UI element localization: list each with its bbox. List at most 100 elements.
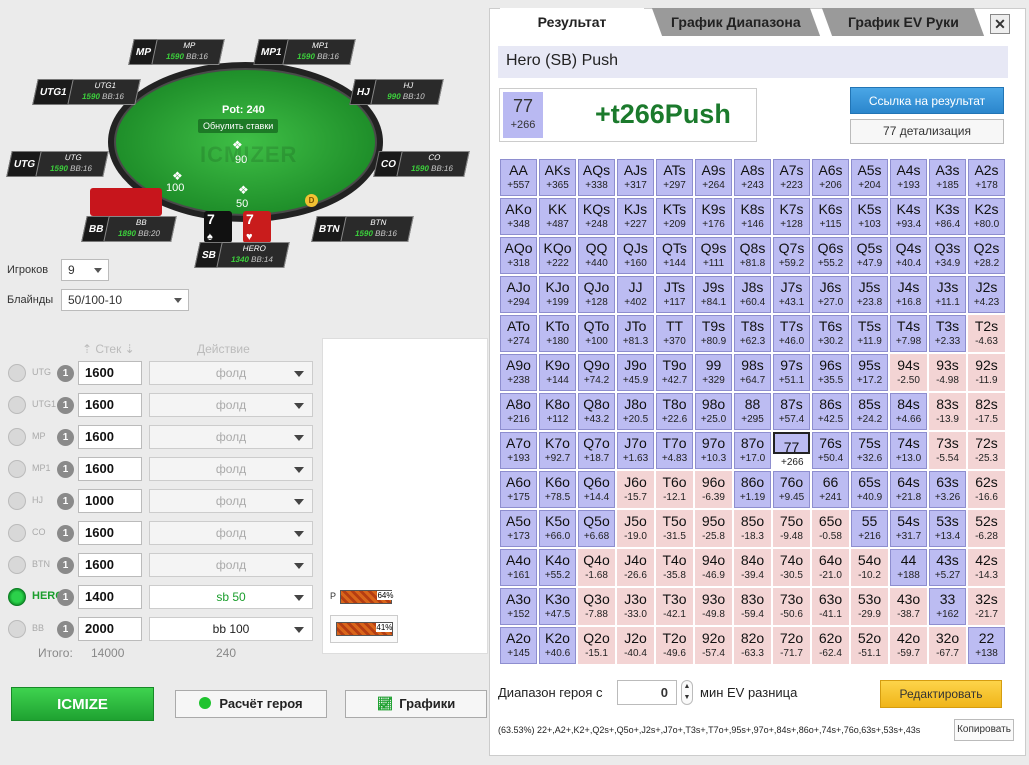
hand-cell[interactable]: 32s -21.7 xyxy=(968,588,1005,625)
hand-cell[interactable]: KK +487 xyxy=(539,198,576,235)
hand-cell[interactable]: A8s +243 xyxy=(734,159,771,196)
hand-cell[interactable]: 65o -0.58 xyxy=(812,510,849,547)
hand-cell[interactable]: J6o -15.7 xyxy=(617,471,654,508)
hand-cell[interactable]: T4o -35.8 xyxy=(656,549,693,586)
hand-cell[interactable]: Q9o +74.2 xyxy=(578,354,615,391)
hand-cell[interactable]: J4s +16.8 xyxy=(890,276,927,313)
hand-cell[interactable]: 99 +329 xyxy=(695,354,732,391)
action-select[interactable]: sb 50 xyxy=(149,585,313,609)
hand-cell[interactable]: 52o -51.1 xyxy=(851,627,888,664)
hand-cell[interactable]: Q2s +28.2 xyxy=(968,237,1005,274)
tab-range-chart[interactable]: График Диапазона xyxy=(651,8,821,36)
detail-button[interactable]: 77 детализация xyxy=(850,119,1004,144)
hand-cell[interactable]: 72s -25.3 xyxy=(968,432,1005,469)
hand-cell[interactable]: K6s +115 xyxy=(812,198,849,235)
hand-cell[interactable]: A6o +175 xyxy=(500,471,537,508)
seat-utg[interactable]: UTG UTG 1590 BB:16 xyxy=(6,150,109,178)
hand-cell[interactable]: T3o -42.1 xyxy=(656,588,693,625)
hand-cell[interactable]: 77 +266 xyxy=(773,432,810,468)
player-count-badge[interactable]: 1 xyxy=(57,589,74,606)
hand-cell[interactable]: 82s -17.5 xyxy=(968,393,1005,430)
hand-cell[interactable]: AKo +348 xyxy=(500,198,537,235)
hand-cell[interactable]: A2o +145 xyxy=(500,627,537,664)
tab-ev-chart[interactable]: График EV Руки xyxy=(821,8,985,36)
seat-mp1[interactable]: MP1 MP1 1590 BB:16 xyxy=(253,38,356,66)
hand-cell[interactable]: T6s +30.2 xyxy=(812,315,849,352)
hand-cell[interactable]: JTo +81.3 xyxy=(617,315,654,352)
charts-button[interactable]: 📈︎ Графики xyxy=(345,690,487,718)
hand-cell[interactable]: T2s -4.63 xyxy=(968,315,1005,352)
hand-cell[interactable]: A7s +223 xyxy=(773,159,810,196)
stack-input[interactable]: 1400 xyxy=(78,585,142,609)
hand-cell[interactable]: K9o +144 xyxy=(539,354,576,391)
hand-cell[interactable]: J6s +27.0 xyxy=(812,276,849,313)
hand-cell[interactable]: 64s +21.8 xyxy=(890,471,927,508)
hand-cell[interactable]: 96o -6.39 xyxy=(695,471,732,508)
hand-cell[interactable]: TT +370 xyxy=(656,315,693,352)
hand-cell[interactable]: T7s +46.0 xyxy=(773,315,810,352)
action-select[interactable]: фолд xyxy=(149,521,313,545)
hand-cell[interactable]: K4o +55.2 xyxy=(539,549,576,586)
hand-cell[interactable]: K3s +86.4 xyxy=(929,198,966,235)
hand-cell[interactable]: 72o -71.7 xyxy=(773,627,810,664)
hand-cell[interactable]: A2s +178 xyxy=(968,159,1005,196)
hand-cell[interactable]: 74o -30.5 xyxy=(773,549,810,586)
hand-cell[interactable]: 76o +9.45 xyxy=(773,471,810,508)
player-count-badge[interactable]: 1 xyxy=(57,365,74,382)
hand-cell[interactable]: KJo +199 xyxy=(539,276,576,313)
stack-header[interactable]: ⇡ Стек ⇣ xyxy=(82,342,135,356)
hand-cell[interactable]: K9s +176 xyxy=(695,198,732,235)
hand-cell[interactable]: AJo +294 xyxy=(500,276,537,313)
hand-cell[interactable]: J7s +43.1 xyxy=(773,276,810,313)
hand-cell[interactable]: T5s +11.9 xyxy=(851,315,888,352)
action-select[interactable]: фолд xyxy=(149,393,313,417)
hand-cell[interactable]: K3o +47.5 xyxy=(539,588,576,625)
hand-cell[interactable]: Q7s +59.2 xyxy=(773,237,810,274)
hand-cell[interactable]: J3o -33.0 xyxy=(617,588,654,625)
hand-cell[interactable]: 75o -9.48 xyxy=(773,510,810,547)
hand-cell[interactable]: Q9s +111 xyxy=(695,237,732,274)
hand-cell[interactable]: J8s +60.4 xyxy=(734,276,771,313)
min-ev-input[interactable]: 0 xyxy=(617,680,677,705)
player-radio[interactable] xyxy=(8,396,26,414)
hand-cell[interactable]: J7o +1.63 xyxy=(617,432,654,469)
hand-cell[interactable]: T3s +2.33 xyxy=(929,315,966,352)
edit-button[interactable]: Редактировать xyxy=(880,680,1002,708)
hand-cell[interactable]: JTs +117 xyxy=(656,276,693,313)
hand-cell[interactable]: 32o -67.7 xyxy=(929,627,966,664)
hand-cell[interactable]: T7o +4.83 xyxy=(656,432,693,469)
hand-cell[interactable]: 43s +5.27 xyxy=(929,549,966,586)
hand-cell[interactable]: 83o -59.4 xyxy=(734,588,771,625)
players-select[interactable]: 9 xyxy=(61,259,109,281)
seat-bb[interactable]: BB BB 1890 BB:20 xyxy=(81,215,178,243)
hand-cell[interactable]: 63o -41.1 xyxy=(812,588,849,625)
hand-cell[interactable]: 98o +25.0 xyxy=(695,393,732,430)
hand-cell[interactable]: T4s +7.98 xyxy=(890,315,927,352)
seat-btn[interactable]: BTN BTN 1590 BB:16 xyxy=(311,215,414,243)
stack-input[interactable]: 1600 xyxy=(78,457,142,481)
hand-cell[interactable]: K7s +128 xyxy=(773,198,810,235)
hand-cell[interactable]: 75s +32.6 xyxy=(851,432,888,469)
hand-cell[interactable]: 97o +10.3 xyxy=(695,432,732,469)
hand-cell[interactable]: 85s +24.2 xyxy=(851,393,888,430)
stack-input[interactable]: 1000 xyxy=(78,489,142,513)
hand-cell[interactable]: 86s +42.5 xyxy=(812,393,849,430)
player-count-badge[interactable]: 1 xyxy=(57,461,74,478)
hand-cell[interactable]: 98s +64.7 xyxy=(734,354,771,391)
player-count-badge[interactable]: 1 xyxy=(57,557,74,574)
hand-cell[interactable]: Q8s +81.8 xyxy=(734,237,771,274)
hand-cell[interactable]: 52s -6.28 xyxy=(968,510,1005,547)
hand-cell[interactable]: KQs +248 xyxy=(578,198,615,235)
hand-cell[interactable]: 64o -21.0 xyxy=(812,549,849,586)
hand-cell[interactable]: AQo +318 xyxy=(500,237,537,274)
copy-button[interactable]: Копировать xyxy=(954,719,1014,741)
hand-cell[interactable]: 33 +162 xyxy=(929,588,966,625)
hand-cell[interactable]: J9s +84.1 xyxy=(695,276,732,313)
hand-cell[interactable]: 86o +1.19 xyxy=(734,471,771,508)
hand-cell[interactable]: J8o +20.5 xyxy=(617,393,654,430)
hand-cell[interactable]: K7o +92.7 xyxy=(539,432,576,469)
hand-cell[interactable]: 54s +31.7 xyxy=(890,510,927,547)
min-ev-spinner[interactable]: ▲ ▼ xyxy=(681,680,693,705)
hand-cell[interactable]: A9s +264 xyxy=(695,159,732,196)
hand-cell[interactable]: A7o +193 xyxy=(500,432,537,469)
